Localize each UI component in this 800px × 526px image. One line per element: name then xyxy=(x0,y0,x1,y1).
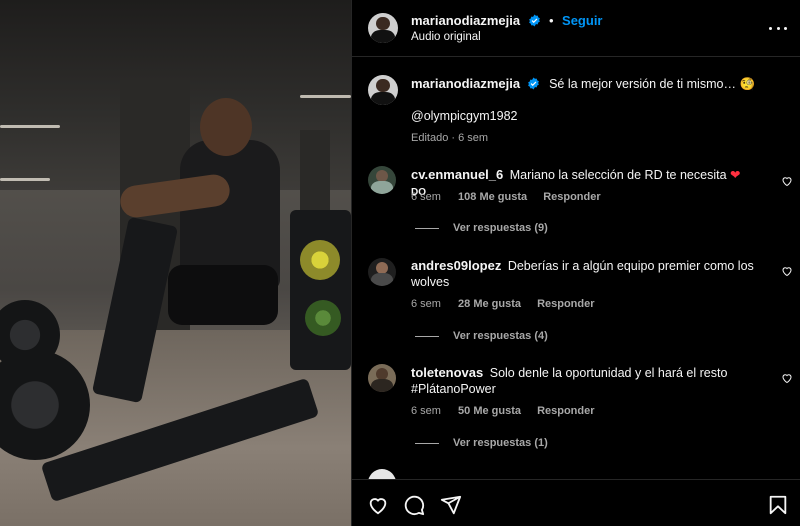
audio-label[interactable]: Audio original xyxy=(411,31,481,43)
caption-mention[interactable]: @olympicgym1982 xyxy=(411,108,517,124)
share-icon[interactable] xyxy=(440,494,462,516)
comment-likes[interactable]: 108 Me gusta xyxy=(458,191,527,203)
view-replies-label: Ver respuestas (9) xyxy=(453,222,548,234)
media-person-head xyxy=(200,98,252,156)
comment-username[interactable]: toletenovas xyxy=(411,365,483,380)
media-plate xyxy=(300,240,340,280)
author-line: marianodiazmejia • Seguir xyxy=(411,12,603,30)
author-avatar[interactable] xyxy=(368,13,398,43)
comments-list[interactable]: marianodiazmejia Sé la mejor versión de … xyxy=(352,57,800,479)
red-heart-emoji: ❤ xyxy=(730,168,741,182)
comment-likes[interactable]: 50 Me gusta xyxy=(458,405,521,417)
media-person-shorts xyxy=(168,265,278,325)
view-replies-label: Ver respuestas (4) xyxy=(453,330,548,342)
comment-3-meta: 6 sem 50 Me gusta Responder xyxy=(411,405,595,417)
view-replies-button[interactable]: Ver respuestas (9) xyxy=(415,222,548,234)
comment-avatar[interactable] xyxy=(368,469,396,479)
comment-username[interactable]: cv.enmanuel_6 xyxy=(411,167,503,182)
media-light xyxy=(0,178,50,181)
verified-badge-icon xyxy=(527,77,539,90)
heart-icon[interactable] xyxy=(781,372,793,384)
more-options-icon[interactable] xyxy=(769,20,787,36)
comment-1-meta: 6 sem 108 Me gusta Responder xyxy=(411,191,601,203)
comment-avatar[interactable] xyxy=(368,364,396,392)
post-sidebar: marianodiazmejia • Seguir Audio original… xyxy=(351,0,800,526)
caption: marianodiazmejia Sé la mejor versión de … xyxy=(411,76,781,92)
heart-icon[interactable] xyxy=(781,265,793,277)
heart-icon[interactable] xyxy=(781,175,793,187)
comment-time: 6 sem xyxy=(411,298,441,310)
post-header: marianodiazmejia • Seguir Audio original xyxy=(352,0,800,57)
reply-button[interactable]: Responder xyxy=(537,298,594,310)
verified-badge-icon xyxy=(528,14,540,27)
comment-username[interactable]: andres09lopez xyxy=(411,258,501,273)
separator-dot: • xyxy=(549,13,554,28)
follow-button[interactable]: Seguir xyxy=(562,13,602,28)
reply-button[interactable]: Responder xyxy=(537,405,594,417)
comment-icon[interactable] xyxy=(403,494,425,516)
post-media[interactable] xyxy=(0,0,351,526)
caption-edited: Editado · 6 sem xyxy=(411,132,489,144)
view-replies-button[interactable]: Ver respuestas (1) xyxy=(415,437,548,449)
replies-line xyxy=(415,227,439,229)
comment-3-body: toletenovas Solo denle la oportunidad y … xyxy=(411,365,756,397)
heart-icon[interactable] xyxy=(367,494,389,516)
media-plate xyxy=(305,300,341,336)
comment-2-body: andres09lopez Deberías ir a algún equipo… xyxy=(411,258,756,290)
reply-button[interactable]: Responder xyxy=(543,191,600,203)
media-light xyxy=(0,125,60,128)
media-rack xyxy=(290,210,351,370)
media-light xyxy=(300,95,351,98)
author-username[interactable]: marianodiazmejia xyxy=(411,13,520,28)
caption-username[interactable]: marianodiazmejia xyxy=(411,76,520,91)
replies-line xyxy=(415,442,439,444)
comment-avatar[interactable] xyxy=(368,166,396,194)
comment-2-meta: 6 sem 28 Me gusta Responder xyxy=(411,298,595,310)
replies-line xyxy=(415,335,439,337)
comment-time: 6 sem xyxy=(411,405,441,417)
caption-emoji: 🧐 xyxy=(739,77,756,91)
view-replies-label: Ver respuestas (1) xyxy=(453,437,548,449)
post-actions-bar xyxy=(352,479,800,526)
caption-avatar[interactable] xyxy=(368,75,398,105)
comment-avatar[interactable] xyxy=(368,258,396,286)
caption-text: Sé la mejor versión de ti mismo… xyxy=(549,77,736,91)
comment-time: 6 sem xyxy=(411,191,441,203)
bookmark-icon[interactable] xyxy=(767,494,789,516)
comment-text: Mariano la selección de RD te necesita xyxy=(509,168,727,182)
comment-likes[interactable]: 28 Me gusta xyxy=(458,298,521,310)
view-replies-button[interactable]: Ver respuestas (4) xyxy=(415,330,548,342)
